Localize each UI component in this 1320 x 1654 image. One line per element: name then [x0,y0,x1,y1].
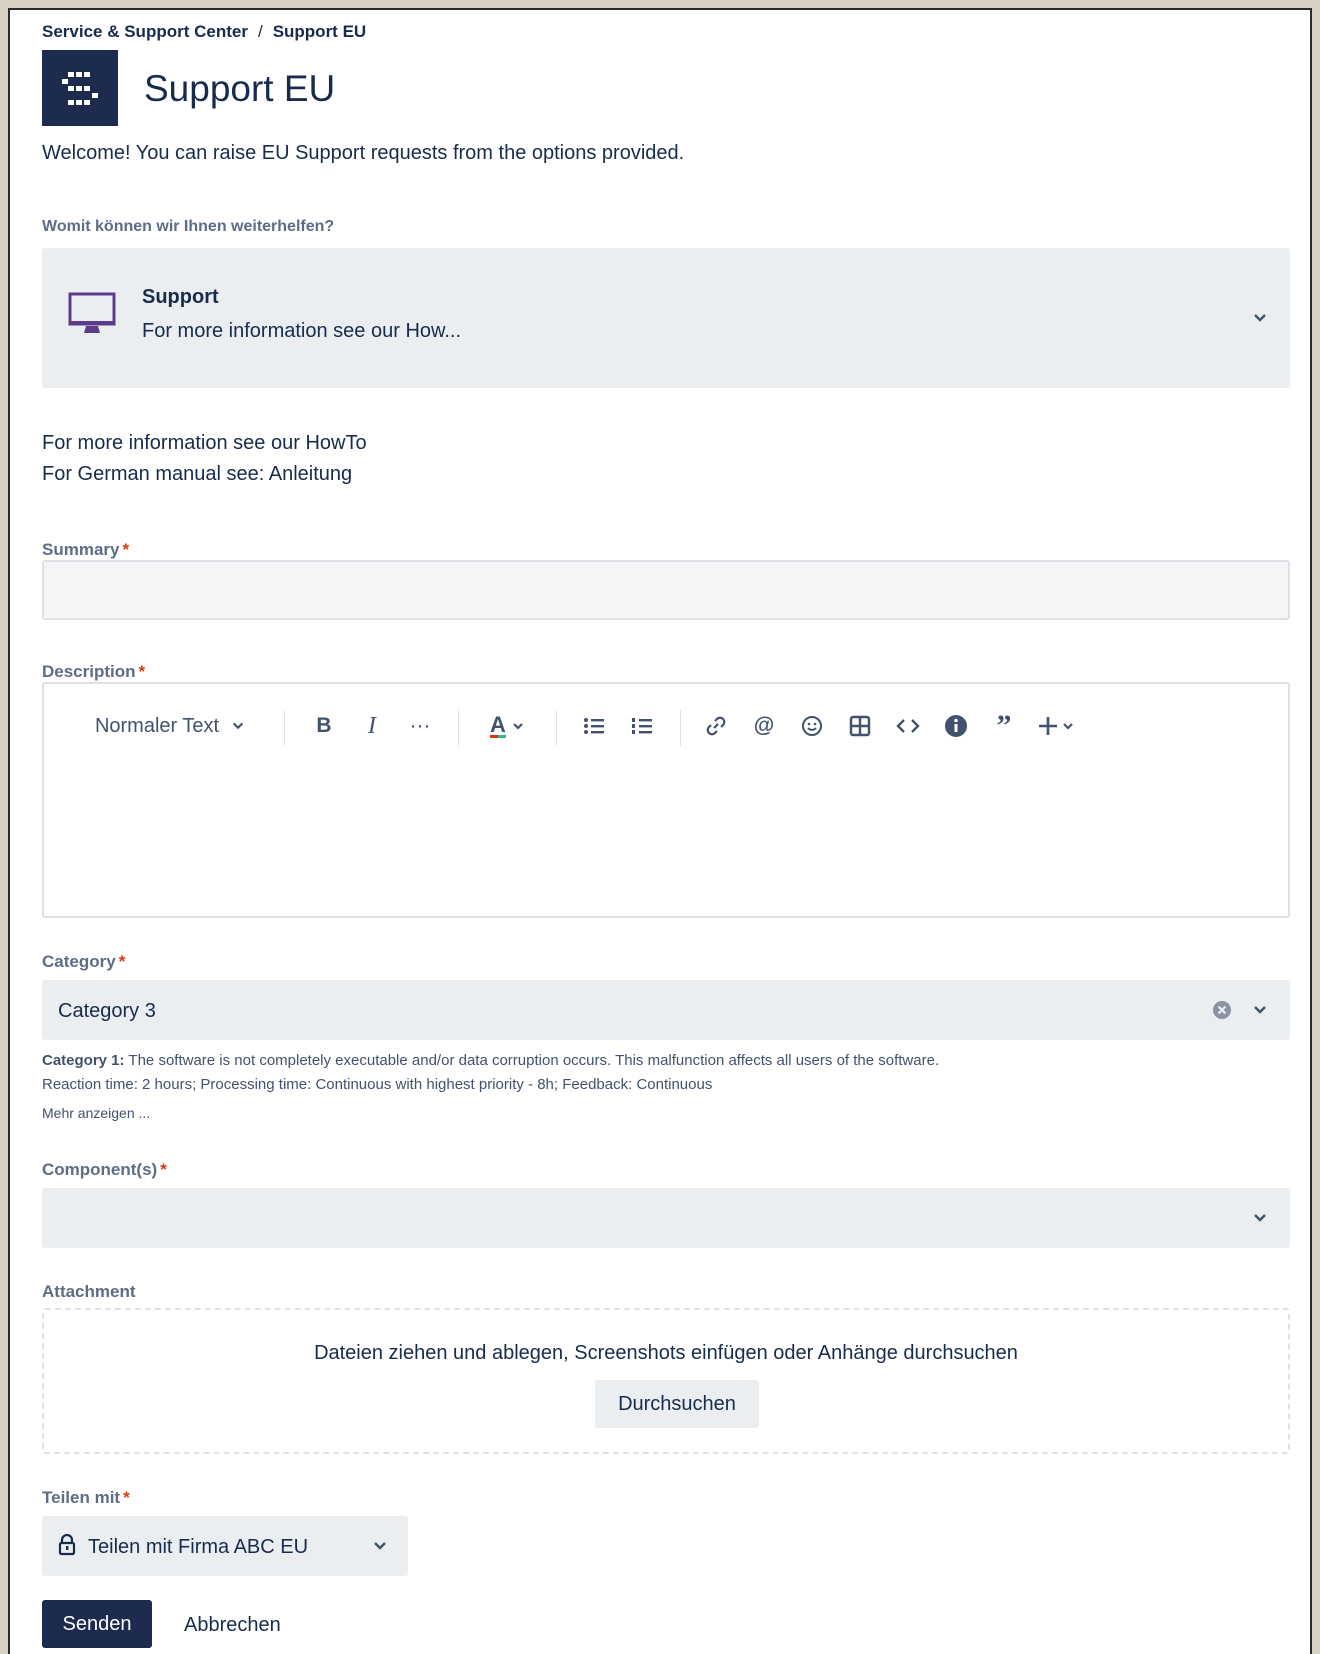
category-label: Category * [42,952,125,972]
components-select[interactable] [42,1188,1290,1248]
service-desk-logo [42,50,118,126]
clear-icon[interactable] [1212,1000,1232,1020]
share-with-value: Teilen mit Firma ABC EU [88,1536,309,1558]
share-label: Teilen mit * [42,1488,130,1508]
attachment-dropzone[interactable]: Dateien ziehen und ablegen, Screenshots … [42,1308,1290,1454]
description-text-area[interactable] [44,760,1288,916]
required-marker: * [118,952,126,971]
category-help-text: The software is not completely executabl… [124,1052,940,1069]
attachment-label: Attachment [42,1282,136,1301]
category-select[interactable]: Category 3 [42,980,1290,1040]
text-color-glyph: A [490,712,523,738]
info-panel-icon[interactable] [936,706,976,746]
code-glyph [896,719,920,733]
summary-input[interactable] [42,560,1290,620]
browse-button[interactable]: Durchsuchen [595,1380,759,1428]
emoji-icon[interactable] [792,706,832,746]
required-marker: * [138,662,146,681]
bold-icon[interactable]: B [304,706,344,746]
svg-text:A: A [490,712,506,737]
numbered-list-glyph [632,718,652,734]
category-help-line-2: Reaction time: 2 hours; Processing time:… [42,1076,713,1093]
category-help-line-1: Category 1: The software is not complete… [42,1052,939,1069]
category-label-text: Category [42,952,116,971]
link-glyph [706,716,726,736]
toolbar-divider [284,710,285,746]
breadcrumb-current-link[interactable]: Support EU [273,22,367,41]
emoji-glyph [802,716,822,736]
summary-label-text: Summary [42,540,120,559]
link-icon[interactable] [696,706,736,746]
code-icon[interactable] [888,706,928,746]
breadcrumb-separator: / [257,22,263,41]
description-label-text: Description [42,662,136,681]
text-color-icon[interactable]: A [480,706,536,746]
info-howto-line[interactable]: For more information see our HowTo [42,428,367,459]
description-label: Description * [42,662,145,682]
submit-button[interactable]: Senden [42,1600,152,1648]
cancel-button[interactable]: Abbrechen [184,1614,281,1637]
summary-label: Summary * [42,540,129,560]
italic-icon[interactable]: I [352,706,392,746]
breadcrumb-root-link[interactable]: Service & Support Center [42,22,248,41]
share-label-text: Teilen mit [42,1488,121,1507]
share-with-select[interactable]: Teilen mit Firma ABC EU [42,1516,408,1576]
components-label-text: Component(s) [42,1160,158,1179]
info-text: For more information see our HowTo For G… [42,428,367,490]
required-marker: * [123,1488,130,1507]
monitor-icon [68,292,116,333]
chevron-down-icon [1254,314,1266,322]
description-editor: Normaler Text B I ··· A @ ” [42,682,1290,918]
table-glyph [849,715,871,737]
show-more-link[interactable]: Mehr anzeigen ... [42,1105,150,1121]
chevron-down-icon [1254,1006,1266,1014]
request-type-name: Support [142,286,219,308]
lock-icon [58,1534,76,1556]
more-icon[interactable]: ··· [400,706,440,746]
text-style-dropdown[interactable]: Normaler Text [84,706,256,746]
chevron-down-icon [374,1542,386,1550]
numbered-list-icon[interactable] [622,706,662,746]
insert-glyph [1039,717,1073,735]
required-marker: * [160,1160,167,1179]
category-value: Category 3 [58,1000,156,1022]
quote-icon[interactable]: ” [984,706,1024,746]
required-marker: * [122,540,130,559]
components-label: Component(s) * [42,1160,167,1180]
chevron-down-icon [232,722,244,730]
request-type-question: Womit können wir Ihnen weiterhelfen? [42,218,335,235]
breadcrumb: Service & Support Center / Support EU [42,22,366,42]
request-type-selector[interactable]: Support For more information see our How… [42,248,1290,388]
toolbar-divider [556,710,557,746]
toolbar-divider [458,710,459,746]
dropzone-text: Dateien ziehen und ablegen, Screenshots … [314,1342,1018,1364]
table-icon[interactable] [840,706,880,746]
bullet-list-glyph [584,718,604,734]
editor-toolbar: Normaler Text B I ··· A @ ” [44,706,1288,746]
welcome-text: Welcome! You can raise EU Support reques… [42,142,685,164]
mention-icon[interactable]: @ [744,706,784,746]
chevron-down-icon [1254,1214,1266,1222]
bullet-list-icon[interactable] [574,706,614,746]
info-panel-glyph [945,715,967,737]
logo-icon [62,72,98,105]
portal-page: Service & Support Center / Support EU Supp… [8,8,1312,1654]
info-manual-line[interactable]: For German manual see: Anleitung [42,459,367,490]
category-help-title: Category 1: [42,1052,125,1069]
request-type-description: For more information see our How... [142,320,462,342]
insert-icon[interactable] [1032,706,1084,746]
toolbar-divider [680,710,681,746]
page-title: Support EU [144,68,336,109]
text-style-label: Normaler Text [94,714,220,737]
